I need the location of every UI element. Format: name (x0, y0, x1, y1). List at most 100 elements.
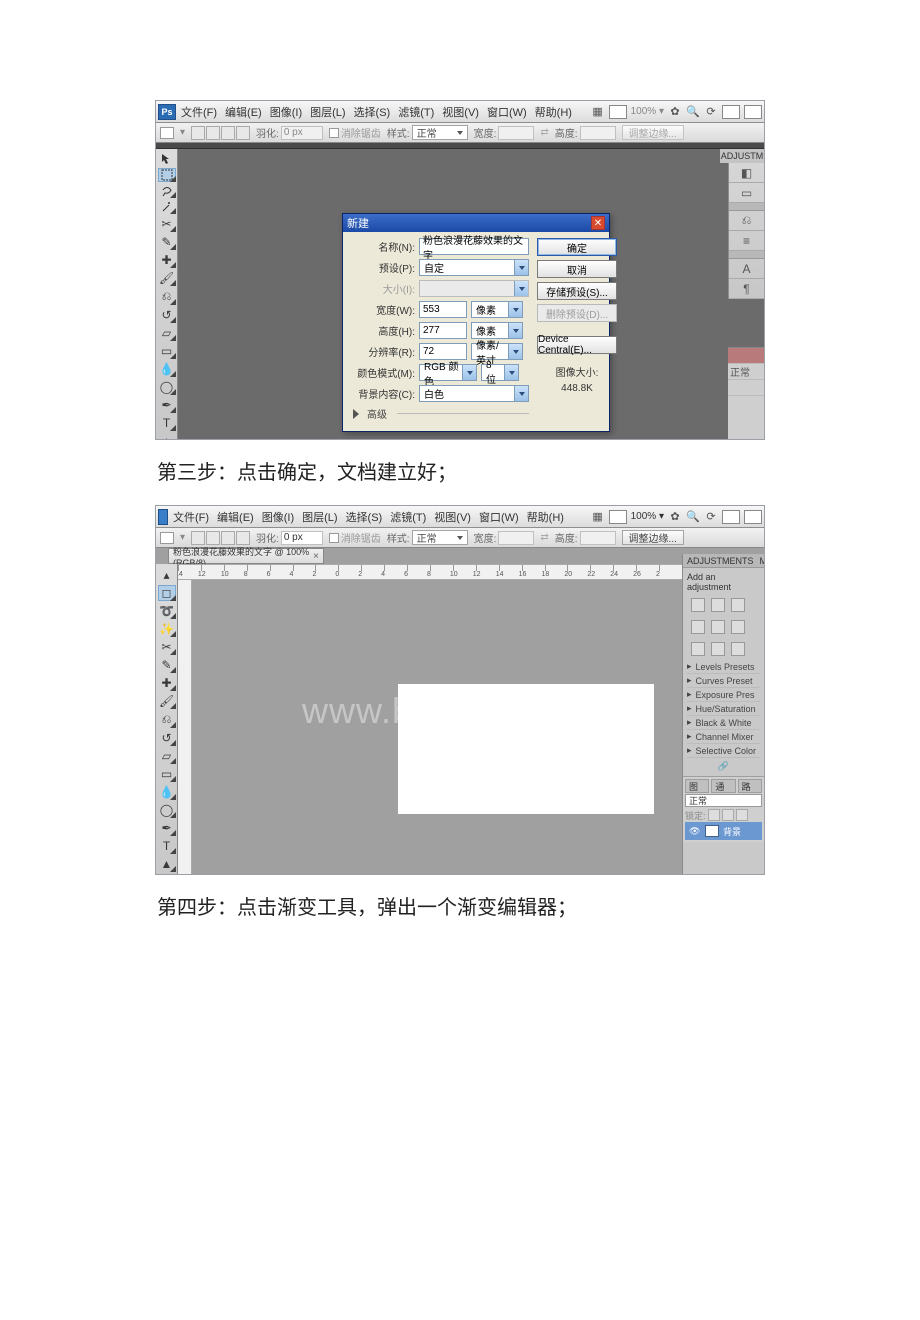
zoom-level-2[interactable]: 100% ▾ (631, 511, 664, 522)
history-brush-tool-2[interactable]: ↺ (159, 731, 175, 745)
menu-window-2[interactable]: 窗口(W) (476, 509, 522, 525)
cancel-button[interactable]: 取消 (537, 260, 617, 278)
width-input-dlg[interactable]: 553 (419, 301, 467, 318)
tab-layers[interactable]: 图层 (685, 779, 709, 793)
menu-layer[interactable]: 图层(L) (307, 104, 348, 120)
brush-tool-2[interactable]: 🖌 (159, 694, 175, 708)
screenmode-button[interactable] (609, 105, 627, 119)
bridge-icon[interactable]: ▦ (591, 105, 605, 119)
lock-all-icon[interactable] (736, 809, 748, 821)
menu-edit[interactable]: 编辑(E) (222, 104, 265, 120)
feather-input-2[interactable]: 0 px (281, 531, 323, 545)
eyedropper-tool-2[interactable]: ✎ (159, 658, 175, 672)
selection-mode[interactable] (191, 126, 250, 140)
lasso-tool-2[interactable]: ➰ (159, 604, 175, 618)
preset-hue[interactable]: ▸ Hue/Saturation (687, 702, 760, 716)
rotate-icon-2[interactable]: ⟳ (704, 510, 718, 524)
height-input-dlg[interactable]: 277 (419, 322, 467, 339)
menu-image[interactable]: 图像(I) (267, 104, 305, 120)
marquee-tool[interactable] (159, 169, 175, 181)
selection-mode-2[interactable] (191, 531, 250, 545)
dock-icon-6[interactable]: ¶ (729, 279, 764, 299)
menu-file[interactable]: 文件(F) (178, 104, 220, 120)
menu-select[interactable]: 选择(S) (351, 104, 394, 120)
menu-select-2[interactable]: 选择(S) (343, 509, 386, 525)
eraser-tool[interactable]: ▱ (159, 326, 175, 340)
pen-tool[interactable]: ✒ (159, 398, 175, 412)
ok-button[interactable]: 确定 (537, 238, 617, 256)
preset-curves[interactable]: ▸ Curves Preset (687, 674, 760, 688)
dock-icon-4[interactable]: ≡ (729, 231, 764, 251)
device-central-button[interactable]: Device Central(E)... (537, 336, 617, 354)
crop-tool[interactable]: ✂ (159, 217, 175, 231)
dodge-tool[interactable]: ◯ (159, 380, 175, 394)
menu-help-2[interactable]: 帮助(H) (524, 509, 567, 525)
refine-edge-button-2[interactable]: 调整边缘... (622, 530, 684, 545)
document-tab[interactable]: 粉色浪漫花藤效果的文字 @ 100%(RGB/8) × (168, 548, 324, 564)
move-tool-2[interactable]: ▴ (159, 568, 175, 582)
menu-layer-2[interactable]: 图层(L) (299, 509, 340, 525)
stamp-tool-2[interactable]: ⎌ (159, 712, 175, 727)
blend-mode-select[interactable]: 正常 (685, 794, 762, 807)
style-select-2[interactable]: 正常 (412, 530, 468, 545)
zoom-icon[interactable]: 🔍 (686, 105, 700, 119)
preset-channel[interactable]: ▸ Channel Mixer (687, 730, 760, 744)
feather-input[interactable]: 0 px (281, 126, 323, 140)
close-tab-icon[interactable]: × (313, 551, 319, 562)
preset-exposure[interactable]: ▸ Exposure Pres (687, 688, 760, 702)
tool-preset[interactable] (160, 127, 174, 139)
menu-edit-2[interactable]: 编辑(E) (214, 509, 257, 525)
stamp-tool[interactable]: ⎌ (159, 289, 175, 304)
gradient-tool-2[interactable]: ▭ (159, 767, 175, 781)
adj-icon-row-2[interactable] (687, 616, 760, 638)
depth-select[interactable]: 8 位 (481, 364, 519, 381)
advanced-toggle[interactable]: 高级 (353, 406, 529, 421)
tab-channels[interactable]: 通道 (711, 779, 735, 793)
bridge-icon-2[interactable]: ▦ (591, 510, 605, 524)
bg-select[interactable]: 白色 (419, 385, 529, 402)
menu-filter-2[interactable]: 滤镜(T) (387, 509, 429, 525)
brush-tool[interactable]: 🖌 (159, 271, 175, 285)
rotate-icon[interactable]: ⟳ (704, 105, 718, 119)
visibility-icon[interactable]: 👁 (689, 826, 701, 837)
preset-levels[interactable]: ▸ Levels Presets (687, 660, 760, 674)
type-tool-2[interactable]: T (159, 839, 175, 853)
name-input[interactable]: 粉色浪漫花藤效果的文字 (419, 238, 529, 255)
tab-paths[interactable]: 路径 (738, 779, 762, 793)
screenmode-button-2[interactable] (609, 510, 627, 524)
screenmode2-button-2[interactable] (744, 510, 762, 524)
arrange-button-2[interactable] (722, 510, 740, 524)
crop-tool-2[interactable]: ✂ (159, 640, 175, 654)
move-tool[interactable] (159, 153, 175, 165)
dock-icon-5[interactable]: A (729, 259, 764, 279)
adjustments-tab[interactable]: ADJUSTMENTSM (683, 554, 764, 568)
canvas[interactable] (398, 684, 654, 814)
menu-file-2[interactable]: 文件(F) (170, 509, 212, 525)
heal-tool-2[interactable]: ✚ (159, 676, 175, 690)
arrange-button[interactable] (722, 105, 740, 119)
layers-tabs[interactable]: 图层 通道 路径 (685, 779, 762, 793)
hand-icon[interactable]: ✿ (668, 105, 682, 119)
zoom-icon-2[interactable]: 🔍 (686, 510, 700, 524)
dock-icon-3[interactable]: ⎌ (729, 211, 764, 231)
res-unit[interactable]: 像素/英寸 (471, 343, 523, 360)
tool-preset-2[interactable] (160, 532, 174, 544)
gradient-tool[interactable]: ▭ (159, 344, 175, 358)
eyedropper-tool[interactable]: ✎ (159, 235, 175, 249)
adj-icon-row-1[interactable] (687, 594, 760, 616)
width-unit[interactable]: 像素 (471, 301, 523, 318)
screenmode2-button[interactable] (744, 105, 762, 119)
hand-icon-2[interactable]: ✿ (668, 510, 682, 524)
menu-help[interactable]: 帮助(H) (532, 104, 575, 120)
lasso-tool[interactable] (159, 185, 175, 197)
menu-view-2[interactable]: 视图(V) (431, 509, 474, 525)
adj-link-icon[interactable]: 🔗 (687, 758, 760, 774)
style-select[interactable]: 正常 (412, 125, 468, 140)
blur-tool-2[interactable]: 💧 (159, 785, 175, 799)
heal-tool[interactable]: ✚ (159, 253, 175, 267)
history-brush-tool[interactable]: ↺ (159, 308, 175, 322)
preset-bw[interactable]: ▸ Black & White (687, 716, 760, 730)
menu-window[interactable]: 窗口(W) (484, 104, 530, 120)
preset-selcolor[interactable]: ▸ Selective Color (687, 744, 760, 758)
blur-tool[interactable]: 💧 (159, 362, 175, 376)
